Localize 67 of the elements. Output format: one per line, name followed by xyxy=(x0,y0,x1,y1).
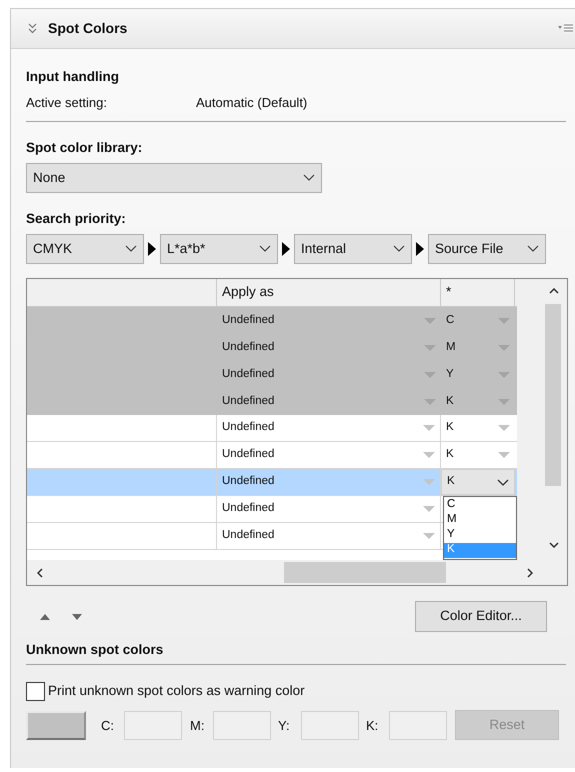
chevron-down-icon xyxy=(259,245,271,253)
chevron-down-icon xyxy=(527,245,539,253)
column-header[interactable]: Apply as xyxy=(217,279,441,306)
chevron-down-icon xyxy=(125,245,137,253)
scrollbar-thumb[interactable] xyxy=(284,562,446,583)
chevron-down-icon xyxy=(393,245,405,253)
field-label: M: xyxy=(190,716,206,734)
field-label: K: xyxy=(366,716,380,734)
dropdown-arrow-icon[interactable] xyxy=(423,425,435,431)
field-label: Search priority: xyxy=(26,210,127,228)
field-label: Spot color library: xyxy=(26,139,144,157)
column-header[interactable]: * xyxy=(441,279,515,306)
setting-label: Active setting: xyxy=(26,94,108,111)
arrow-icon xyxy=(416,242,424,256)
input-field[interactable] xyxy=(301,710,359,740)
scrollbar-thumb[interactable] xyxy=(545,304,561,486)
panel-title: Spot Colors xyxy=(48,19,128,38)
table-cell-text: K xyxy=(446,394,454,409)
arrow-icon xyxy=(148,242,156,256)
chevron-down-icon xyxy=(497,478,509,486)
dropdown-arrow-icon[interactable] xyxy=(498,344,510,350)
dropdown-arrow-icon[interactable] xyxy=(423,452,435,458)
scroll-up-icon[interactable] xyxy=(549,288,559,294)
dropdown-arrow-icon[interactable] xyxy=(423,533,435,539)
dropdown-option[interactable]: C xyxy=(444,498,516,513)
color-swatch-button[interactable] xyxy=(26,710,86,740)
table-cell-text: K xyxy=(446,447,454,462)
scroll-left-icon[interactable] xyxy=(37,568,43,578)
panel-menu-icon[interactable] xyxy=(558,24,573,34)
dropdown-arrow-icon[interactable] xyxy=(498,318,510,324)
dropdown-option[interactable]: M xyxy=(444,513,516,528)
library-dropdown[interactable]: None xyxy=(26,163,322,193)
dropdown-arrow-icon[interactable] xyxy=(498,372,510,378)
dropdown-arrow-icon[interactable] xyxy=(423,506,435,512)
dropdown-arrow-icon[interactable] xyxy=(498,398,510,404)
field-label: C: xyxy=(101,716,115,734)
input-field[interactable] xyxy=(213,710,271,740)
triangle-down-icon xyxy=(72,614,82,620)
dropdown-arrow-icon[interactable] xyxy=(423,479,435,485)
scroll-right-icon[interactable] xyxy=(527,568,533,578)
input-field[interactable] xyxy=(389,710,447,740)
setting-value: Automatic (Default) xyxy=(196,94,308,111)
table-cell-text: K xyxy=(446,420,454,436)
table-cell-text: M xyxy=(446,340,456,355)
collapse-icon[interactable] xyxy=(28,23,37,34)
dropdown-arrow-icon[interactable] xyxy=(498,425,510,431)
channel-dropdown[interactable]: K xyxy=(441,469,515,495)
table-cell-text: Y xyxy=(446,366,454,382)
section-heading: Unknown spot colors xyxy=(26,641,164,659)
priority-dropdown[interactable]: L*a*b* xyxy=(160,234,278,264)
priority-dropdown[interactable]: CMYK xyxy=(26,234,144,264)
table-cell-text: C xyxy=(446,312,454,328)
dropdown-option[interactable]: Y xyxy=(444,528,516,543)
priority-dropdown[interactable]: Source File xyxy=(428,234,546,264)
checkbox-label: Print unknown spot colors as warning color xyxy=(48,682,305,700)
color-editor-button[interactable]: Color Editor... xyxy=(415,601,547,632)
priority-dropdown[interactable]: Internal xyxy=(294,234,412,264)
scroll-down-icon[interactable] xyxy=(549,542,559,548)
input-field[interactable] xyxy=(124,710,182,740)
section-heading: Input handling xyxy=(26,68,120,86)
reset-button: Reset xyxy=(455,710,559,740)
field-label: Y: xyxy=(278,716,291,734)
triangle-up-icon xyxy=(40,614,50,620)
dropdown-arrow-icon[interactable] xyxy=(498,452,510,458)
chevron-down-icon xyxy=(303,174,315,182)
arrow-icon xyxy=(282,242,290,256)
checkbox[interactable] xyxy=(26,682,45,701)
